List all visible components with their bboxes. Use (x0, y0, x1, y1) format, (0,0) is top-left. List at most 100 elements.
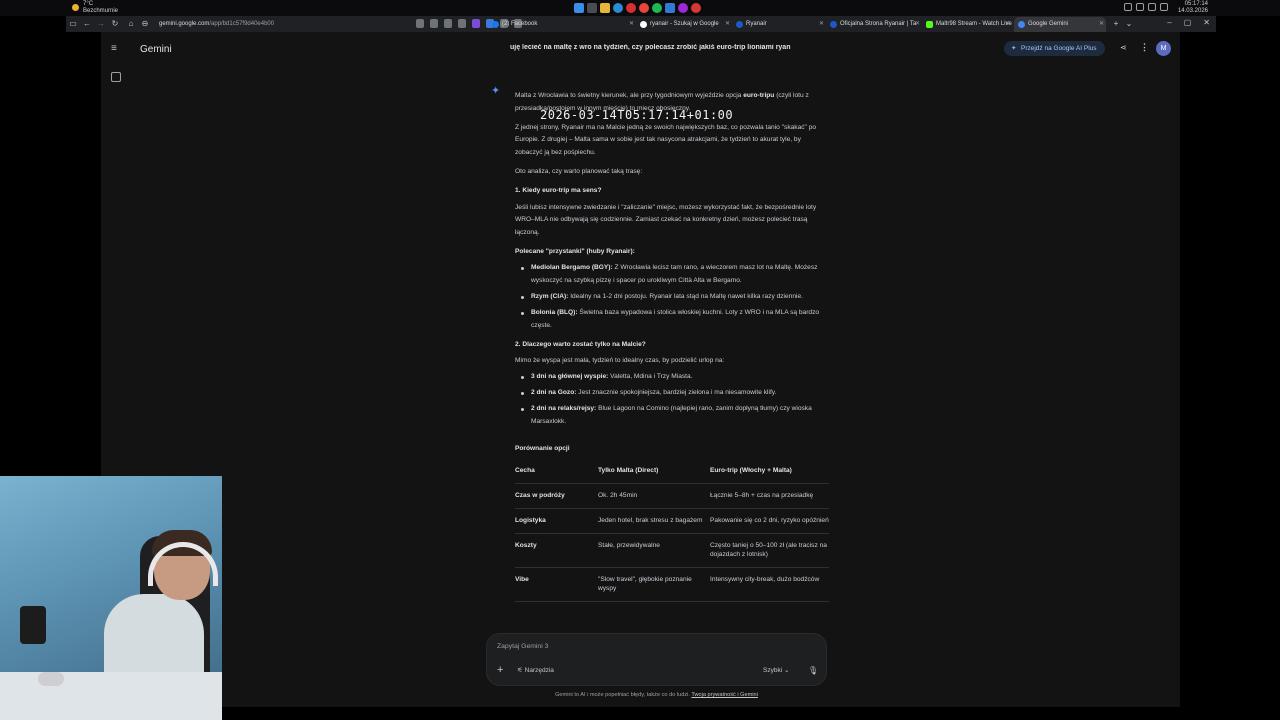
close-icon[interactable]: ✕ (1005, 17, 1010, 32)
record-icon[interactable] (691, 3, 701, 13)
extension-icon[interactable] (472, 19, 480, 28)
url-domain: gemini.google.com (159, 21, 210, 27)
tab-gemini[interactable]: Google Gemini ✕ (1014, 17, 1106, 32)
table-cell: Często taniej o 50–100 zł (ale tracisz n… (710, 533, 829, 569)
browser-toolbar: ▭ ← → ↻ ⌂ ⊖ gemini.google.com/app/bd1c57… (66, 16, 1216, 32)
prompt-composer[interactable]: Zapytaj Gemini 3 + ⚟ Narzędzia Szybki ⌄ … (486, 633, 827, 686)
url-path: /app/bd1c57f9d40e4b00 (209, 21, 275, 27)
maximize-icon[interactable]: ▢ (1184, 18, 1192, 27)
table-cell: Logistyka (515, 508, 598, 535)
close-icon[interactable]: ✕ (1099, 17, 1104, 32)
edge-icon[interactable] (613, 3, 623, 13)
cam-mouse (38, 672, 64, 686)
app-title: Gemini (140, 44, 172, 55)
item-title: 2 dni na relaks/rejsy: (531, 405, 597, 413)
obs-icon[interactable] (678, 3, 688, 13)
opera-icon[interactable] (626, 3, 636, 13)
taskbar-apps (574, 3, 701, 13)
app-header: ≡ Gemini uję lecieć na maltę z wro na ty… (101, 32, 1180, 66)
address-bar[interactable]: gemini.google.com/app/bd1c57f9d40e4b00 (159, 18, 459, 30)
item-title: Rzym (CIA): (531, 292, 569, 300)
privacy-link[interactable]: Twoja prywatność i Gemini (691, 692, 758, 698)
tab-google-search[interactable]: ryanair - Szukaj w Google ✕ (636, 17, 732, 32)
section-heading: 1. Kiedy euro-trip ma sens? (515, 187, 602, 195)
reload-icon[interactable]: ↻ (110, 19, 120, 29)
app-icon[interactable] (665, 3, 675, 13)
system-clock[interactable]: 05:17:14 14.03.2026 (1178, 1, 1208, 15)
network-icon[interactable] (1148, 3, 1156, 11)
sidebar-toggle-icon[interactable]: ▭ (68, 19, 78, 29)
section-heading: Polecane "przystanki" (huby Ryanair): (515, 247, 635, 255)
chevron-down-icon: ⌄ (783, 667, 790, 674)
conversation-title: uję lecieć na maltę z wro na tydzień, cz… (510, 44, 791, 51)
response-paragraph: Oto analiza, czy warto planować taką tra… (515, 168, 643, 176)
volume-icon[interactable] (1160, 3, 1168, 11)
new-tab-icon[interactable]: + (1111, 19, 1121, 29)
shield-icon[interactable] (444, 19, 452, 28)
list-item: Rzym (CIA): Idealny na 1-2 dni postoju. … (515, 291, 827, 304)
item-title: 3 dni na głównej wyspie: (531, 373, 609, 381)
tab-list-icon[interactable]: ⌄ (1124, 19, 1134, 29)
table-cell: Ok. 2h 45min (598, 483, 710, 510)
tab-label: Ryanair (746, 21, 767, 27)
extension-icon[interactable] (458, 19, 466, 28)
close-icon[interactable]: ✕ (915, 17, 920, 32)
google-icon (1018, 21, 1025, 28)
tab-ryanair-official[interactable]: Oficjalna Strona Ryanair | Ta ✕ (826, 17, 922, 32)
new-chat-icon[interactable] (111, 72, 121, 82)
table-header: Euro-trip (Włochy + Malta) (710, 459, 829, 485)
tab-facebook[interactable]: (2) Facebook ✕ (488, 17, 636, 32)
item-title: 2 dni na Gozo: (531, 389, 577, 397)
tab-label: Google Gemini (1028, 21, 1069, 27)
item-text: Valetta, Mdina i Trzy Miasta. (610, 373, 693, 381)
table-header: Cecha (515, 459, 598, 485)
table-row: Vibe "Slow travel", głębokie poznanie wy… (515, 567, 829, 603)
tab-ryanair[interactable]: Ryanair ✕ (732, 17, 826, 32)
table-cell: Pakowanie się co 2 dni, ryzyko opóźnień (710, 508, 829, 535)
upgrade-button[interactable]: ✦ Przejdź na Google AI Plus (1004, 41, 1105, 56)
tools-button[interactable]: ⚟ Narzędzia (517, 665, 554, 676)
table-cell: Łącznie 5–8h + czas na przesiadkę (710, 483, 829, 510)
weather-desc: Bezchmurnie (83, 8, 119, 14)
close-window-icon[interactable]: ✕ (1203, 18, 1210, 27)
tray-app-icon[interactable] (1136, 3, 1144, 11)
prompt-input[interactable]: Zapytaj Gemini 3 (497, 643, 797, 650)
security-icon[interactable]: ⊖ (140, 19, 150, 29)
tools-label: Narzędzia (524, 667, 554, 674)
start-icon[interactable] (574, 3, 584, 13)
share-icon[interactable]: ⋖ (1120, 43, 1127, 52)
translate-icon[interactable] (416, 19, 424, 28)
close-icon[interactable]: ✕ (819, 17, 824, 32)
back-icon[interactable]: ← (82, 19, 92, 29)
section-heading: Porównanie opcji (515, 444, 570, 452)
ryanair-icon (736, 21, 743, 28)
microphone-icon[interactable]: 🎙 (808, 665, 818, 676)
table-cell: Stałe, przewidywalne (598, 533, 710, 569)
menu-icon[interactable]: ≡ (111, 44, 117, 54)
avatar[interactable]: M (1156, 41, 1171, 56)
bookmark-icon[interactable] (430, 19, 438, 28)
explorer-icon[interactable] (600, 3, 610, 13)
table-cell: Vibe (515, 567, 598, 603)
list-item: 2 dni na relaks/rejsy: Blue Lagoon na Co… (515, 403, 827, 428)
close-icon[interactable]: ✕ (725, 17, 730, 32)
cam-desk (0, 672, 222, 720)
add-icon[interactable]: + (497, 665, 503, 676)
table-cell: "Slow travel", głębokie poznanie wyspy (598, 567, 710, 603)
chrome-icon[interactable] (639, 3, 649, 13)
model-selector[interactable]: Szybki ⌄ (763, 665, 789, 676)
more-options-icon[interactable]: ⋮ (1140, 42, 1149, 53)
close-icon[interactable]: ✕ (629, 17, 634, 32)
spotify-icon[interactable] (652, 3, 662, 13)
minimize-icon[interactable]: – (1167, 18, 1171, 27)
task-view-icon[interactable] (587, 3, 597, 13)
table-row: Koszty Stałe, przewidywalne Często tanie… (515, 533, 829, 569)
forward-icon[interactable]: → (96, 19, 106, 29)
tray-chevron-icon[interactable] (1112, 3, 1120, 11)
tab-stream[interactable]: Maltr98 Stream - Watch Live ✕ (922, 17, 1012, 32)
tray-mic-icon[interactable] (1124, 3, 1132, 11)
home-icon[interactable]: ⌂ (126, 19, 136, 29)
os-taskbar: 7°C Bezchmurnie 05:17:14 14.03.2026 (0, 0, 1280, 16)
sun-icon (72, 4, 79, 11)
table-cell: Jeden hotel, brak stresu z bagażem (598, 508, 710, 535)
